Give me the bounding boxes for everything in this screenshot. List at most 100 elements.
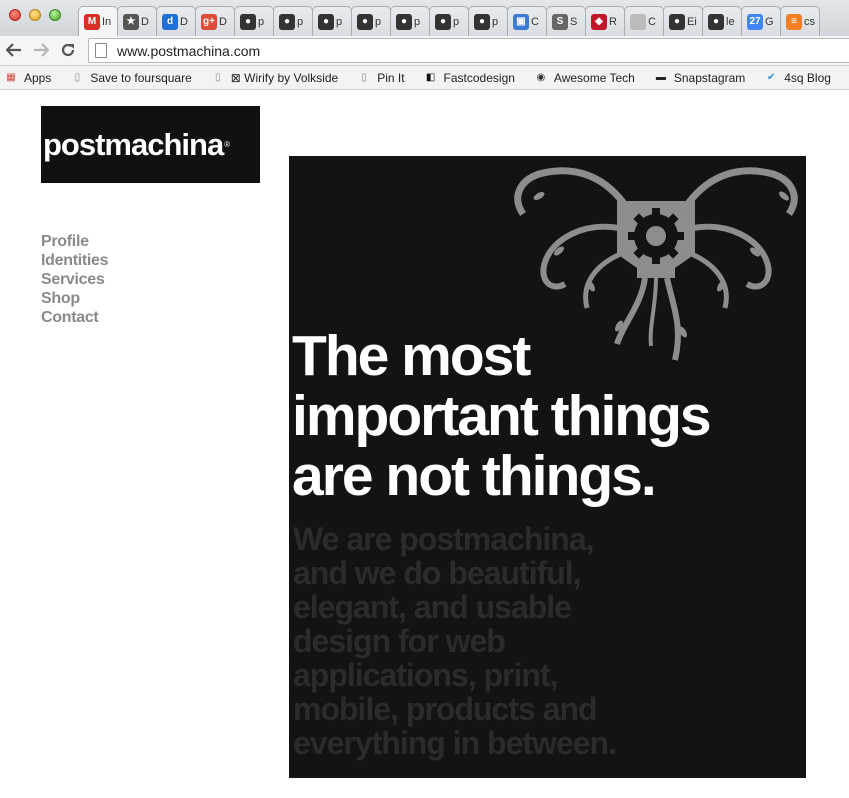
foursquare-check-icon: ✔	[767, 72, 776, 83]
browser-tab[interactable]: ▣ C	[507, 6, 547, 36]
logo-text: postmachina	[43, 126, 224, 162]
tab-title: C	[648, 15, 656, 28]
headline-line: are not things.	[292, 444, 657, 508]
gmail-icon: M	[84, 13, 100, 30]
site-logo[interactable]: postmachina ®	[41, 106, 260, 183]
intro-line: mobile, products and	[293, 691, 598, 727]
window-minimize-button[interactable]	[29, 9, 41, 21]
s-logo-icon: S	[552, 13, 568, 30]
star-circle-icon: ★	[123, 13, 139, 30]
tab-title: G	[765, 15, 774, 28]
url-text[interactable]: www.postmachina.com	[117, 43, 260, 59]
browser-tab[interactable]: M In	[78, 6, 118, 36]
browser-tab[interactable]: C	[624, 6, 664, 36]
reload-icon	[61, 43, 75, 57]
browser-tab[interactable]: ≡ cs	[780, 6, 820, 36]
github-icon: ●	[474, 13, 490, 30]
tab-title: p	[258, 15, 265, 28]
back-arrow-icon	[6, 43, 21, 57]
nav-shop[interactable]: Shop	[41, 289, 108, 308]
bookmark-item[interactable]: ◧ Fastcodesign	[424, 71, 515, 85]
bookmark-item[interactable]: ▦ Apps	[4, 71, 51, 85]
bookmark-item[interactable]: ◉ Awesome Tech	[534, 71, 635, 85]
browser-tab[interactable]: ● p	[351, 6, 391, 36]
tab-title: p	[336, 15, 343, 28]
intro-text: We are postmachina, and we do beautiful,…	[293, 521, 617, 761]
intro-line: everything in between.	[293, 725, 617, 761]
forward-button[interactable]	[30, 39, 52, 61]
calendar-icon: 27	[747, 13, 763, 30]
tab-title: cs	[804, 15, 815, 28]
tab-title: D	[219, 15, 227, 28]
tab-strip: M In ★ Dd Dg+ D ● p ● p ● p ● p ● p ● p ● p ▣ C S S ◆ R C ● Ei ● le 27 G…	[0, 0, 849, 36]
tab-title: le	[726, 15, 735, 28]
browser-tabs: M In ★ Dd Dg+ D ● p ● p ● p ● p ● p ● p ● p ▣ C S S ◆ R C ● Ei ● le 27 G…	[78, 6, 820, 36]
tab-title: D	[180, 15, 188, 28]
page-icon: ▯	[361, 72, 367, 83]
bookmark-item[interactable]: ▯ Save to foursquare	[70, 70, 192, 85]
intro-line: design for web	[293, 623, 506, 659]
address-bar[interactable]: www.postmachina.com	[88, 38, 849, 63]
bookmark-item[interactable]: ✔ 4sq Blog	[764, 71, 831, 85]
bookmark-item[interactable]: ▯ Pin It	[357, 71, 404, 85]
github-icon: ●	[357, 13, 373, 30]
bookmark-label: Save to foursquare	[90, 70, 192, 85]
tab-title: p	[453, 15, 460, 28]
tab-title: C	[531, 15, 539, 28]
window-close-button[interactable]	[9, 9, 21, 21]
browser-tab[interactable]: ● p	[273, 6, 313, 36]
browser-tab[interactable]: ● Ei	[663, 6, 703, 36]
page-icon	[630, 13, 646, 30]
bookmark-label: Fastcodesign	[443, 70, 515, 85]
registered-mark: ®	[224, 140, 231, 149]
awesome-tech-icon: ◉	[536, 72, 546, 83]
github-icon: ●	[318, 13, 334, 30]
reload-button[interactable]	[57, 39, 79, 61]
forward-arrow-icon	[34, 43, 49, 57]
browser-tab[interactable]: ★ D	[117, 6, 157, 36]
page-icon	[95, 43, 107, 58]
ruby-icon: ◆	[591, 13, 607, 30]
github-icon: ●	[708, 13, 724, 30]
browser-tab[interactable]: ● le	[702, 6, 742, 36]
nav-contact[interactable]: Contact	[41, 308, 108, 327]
site-nav: Profile Identities Services Shop Contact	[41, 232, 109, 327]
browser-tab[interactable]: 27 G	[741, 6, 781, 36]
browser-toolbar: www.postmachina.com	[0, 36, 849, 66]
snapstagram-icon: ▬	[655, 72, 666, 83]
intro-line: applications, print,	[293, 657, 558, 693]
tab-title: R	[609, 15, 617, 28]
page-icon: ▯	[215, 72, 221, 83]
browser-tab[interactable]: ● p	[429, 6, 469, 36]
nav-profile[interactable]: Profile	[41, 232, 108, 251]
browser-tab[interactable]: ◆ R	[585, 6, 625, 36]
intro-line: elegant, and usable	[293, 589, 572, 625]
browser-tab[interactable]: ● p	[468, 6, 508, 36]
bookmarks-bar: ▦ Apps ▯ Save to foursquare ▯ ⊠ Wirify by Vol…	[0, 66, 849, 90]
bookmark-label: ⊠ Wirify by Volkside	[230, 70, 339, 85]
browser-tab[interactable]: dD	[156, 6, 196, 36]
intro-line: We are postmachina,	[293, 521, 595, 557]
tab-title: p	[414, 15, 421, 28]
browser-tab[interactable]: g+ D	[195, 6, 235, 36]
d-letter-icon: d	[162, 13, 178, 30]
browser-tab[interactable]: SS	[546, 6, 586, 36]
nav-services[interactable]: Services	[41, 270, 108, 289]
bookmark-label: Pin It	[377, 70, 405, 85]
browser-tab[interactable]: ● p	[390, 6, 430, 36]
github-icon: ●	[396, 13, 412, 30]
tab-title: p	[297, 15, 304, 28]
bookmark-item[interactable]: ▬ Snapstagram	[654, 71, 745, 85]
github-icon: ●	[240, 13, 256, 30]
nav-identities[interactable]: Identities	[41, 251, 109, 270]
window-icon: ▣	[513, 13, 529, 30]
tab-title: S	[570, 15, 578, 28]
browser-tab[interactable]: ● p	[312, 6, 352, 36]
window-maximize-button[interactable]	[49, 9, 61, 21]
headline-line: important things	[292, 384, 712, 448]
bookmark-label: 4sq Blog	[784, 70, 831, 85]
headline: The most important things are not things…	[292, 326, 712, 508]
browser-tab[interactable]: ● p	[234, 6, 274, 36]
bookmark-item[interactable]: ▯ ⊠ Wirify by Volkside	[211, 71, 338, 85]
back-button[interactable]	[3, 39, 25, 61]
